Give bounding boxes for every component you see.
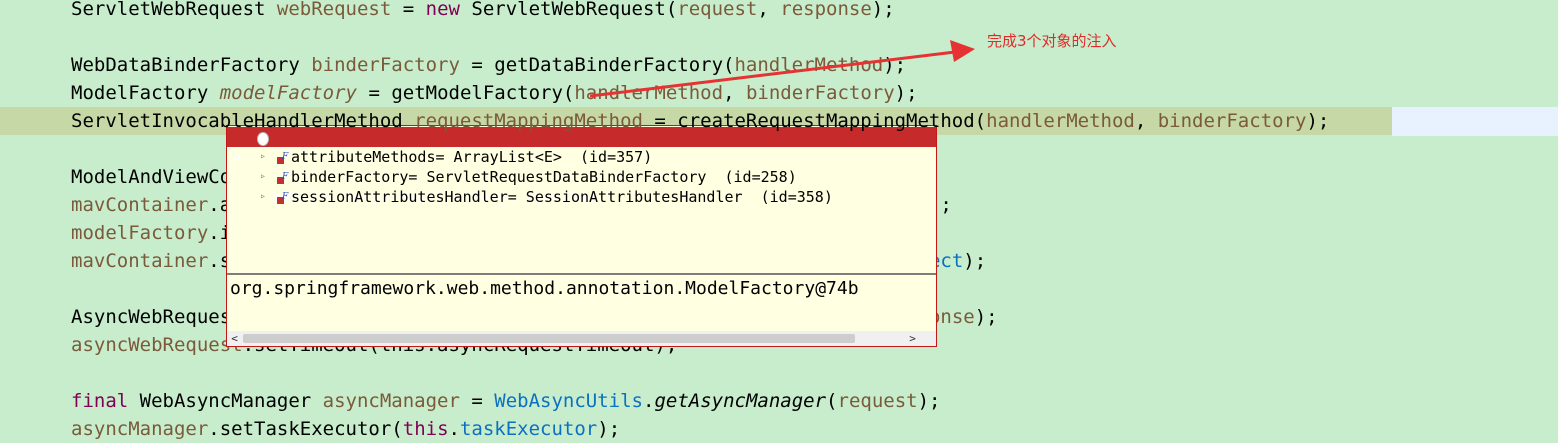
horizontal-scrollbar[interactable]: < > xyxy=(227,331,936,346)
scroll-right-button[interactable]: > xyxy=(905,331,920,346)
variable-tree[interactable]: ◢ modelFactory= ModelFactory (id=354) ▹ F… xyxy=(227,126,936,273)
code-token: binderFactory xyxy=(1157,110,1307,132)
code-token: request xyxy=(677,0,758,20)
code-token: getAsyncManager xyxy=(654,390,827,412)
code-token: binderFactory xyxy=(311,54,460,76)
code-token: ); xyxy=(974,306,998,328)
code-token: . xyxy=(448,418,460,440)
code-token: asyncWebRequest xyxy=(71,334,243,356)
code-token: ); xyxy=(871,0,895,20)
code-token: mavContainer xyxy=(71,250,209,272)
field-icon: F xyxy=(277,190,289,204)
tree-row-field[interactable]: ▹ FbinderFactory= ServletRequestDataBinde… xyxy=(227,167,936,187)
code-token: = getDataBinderFactory( xyxy=(459,54,735,76)
code-token: ); xyxy=(597,418,621,440)
code-token: handlerMethod xyxy=(574,82,724,104)
code-token: handlerMethod xyxy=(986,110,1135,132)
annotation-label: 完成3个对象的注入 xyxy=(987,32,1117,50)
code-token: asyncManager xyxy=(322,390,460,412)
code-token: ModelFactory xyxy=(71,82,220,104)
code-line[interactable]: ModelFactory modelFactory = getModelFact… xyxy=(0,79,1558,107)
code-token: ); xyxy=(917,390,941,412)
code-token: modelFactory xyxy=(71,222,209,244)
code-token: = xyxy=(459,390,495,412)
code-token: ( xyxy=(826,390,838,412)
code-line[interactable]: WebDataBinderFactory binderFactory = get… xyxy=(0,51,1558,79)
code-token: = createRequestMappingMethod( xyxy=(642,110,987,132)
code-token: ServletInvocableHandlerMethod xyxy=(71,110,415,132)
code-token: , xyxy=(1134,110,1158,132)
code-token: ); xyxy=(894,82,918,104)
code-text: ServletInvocableHandlerMethod requestMap… xyxy=(71,107,1329,135)
scrollbar-thumb[interactable] xyxy=(243,334,855,343)
code-text: ServletWebRequest webRequest = new Servl… xyxy=(71,0,895,23)
code-text: asyncManager.setTaskExecutor(this.taskEx… xyxy=(71,415,620,443)
debug-hover-popup[interactable]: ◢ modelFactory= ModelFactory (id=354) ▹ F… xyxy=(226,125,937,347)
detail-value: org.springframework.web.method.annotatio… xyxy=(230,278,859,299)
tree-row-label: attributeMethods= ArrayList<E> (id=357) xyxy=(291,148,653,166)
code-token: . xyxy=(643,390,655,412)
code-token: request xyxy=(837,390,918,412)
code-token: final xyxy=(71,390,129,412)
code-line[interactable]: asyncManager.setTaskExecutor(this.taskEx… xyxy=(0,415,1558,443)
code-text: final WebAsyncManager asyncManager = Web… xyxy=(71,387,940,415)
code-token: , xyxy=(757,0,781,20)
expand-icon[interactable]: ▹ xyxy=(257,187,269,207)
code-line[interactable] xyxy=(0,359,1558,387)
expand-icon[interactable]: ▹ xyxy=(257,167,269,187)
code-line[interactable]: ServletWebRequest webRequest = new Servl… xyxy=(0,0,1558,23)
code-token: ServletWebRequest xyxy=(71,0,277,20)
code-token: WebAsyncUtils xyxy=(494,390,643,412)
tree-row-label: sessionAttributesHandler= SessionAttribu… xyxy=(291,188,833,206)
code-token: = xyxy=(391,0,426,20)
current-line-highlight xyxy=(1392,108,1558,136)
tree-row-field[interactable]: ▹ FsessionAttributesHandler= SessionAttri… xyxy=(227,187,936,207)
code-token: ); xyxy=(883,54,907,76)
code-line[interactable] xyxy=(0,23,1558,51)
code-token: , xyxy=(723,82,746,104)
code-text: WebDataBinderFactory binderFactory = get… xyxy=(71,51,906,79)
tree-row-label: binderFactory= ServletRequestDataBinderF… xyxy=(291,168,797,186)
code-token: WebDataBinderFactory xyxy=(71,54,312,76)
code-token: response xyxy=(780,0,872,20)
code-token: asyncManager xyxy=(71,418,209,440)
code-token: .setTaskExecutor( xyxy=(208,418,403,440)
code-token: binderFactory xyxy=(745,82,895,104)
field-icon: F xyxy=(277,150,289,164)
code-text: ModelFactory modelFactory = getModelFact… xyxy=(71,79,918,107)
code-token: this xyxy=(402,418,449,440)
scroll-left-button[interactable]: < xyxy=(227,331,242,346)
expand-icon[interactable]: ▹ xyxy=(257,147,269,167)
code-token: ServletWebRequest( xyxy=(459,0,678,20)
code-token: handlerMethod xyxy=(734,54,884,76)
code-token: ); xyxy=(963,250,987,272)
code-token: mavContainer xyxy=(71,194,209,216)
code-token: taskExecutor xyxy=(459,418,598,440)
code-token: ); xyxy=(1306,110,1330,132)
detail-pane[interactable]: org.springframework.web.method.annotatio… xyxy=(227,275,936,331)
code-line[interactable]: final WebAsyncManager asyncManager = Web… xyxy=(0,387,1558,415)
tree-row-field[interactable]: ▹ FattributeMethods= ArrayList<E> (id=357… xyxy=(227,147,936,167)
code-token: new xyxy=(425,0,460,20)
code-token: = getModelFactory( xyxy=(357,82,575,104)
code-token: requestMappingMethod xyxy=(414,110,643,132)
code-token: webRequest xyxy=(276,0,392,20)
code-line-current[interactable]: ServletInvocableHandlerMethod requestMap… xyxy=(0,107,1558,135)
code-token: modelFactory xyxy=(219,82,357,104)
field-icon: F xyxy=(277,170,289,184)
code-token: WebAsyncManager xyxy=(128,390,323,412)
